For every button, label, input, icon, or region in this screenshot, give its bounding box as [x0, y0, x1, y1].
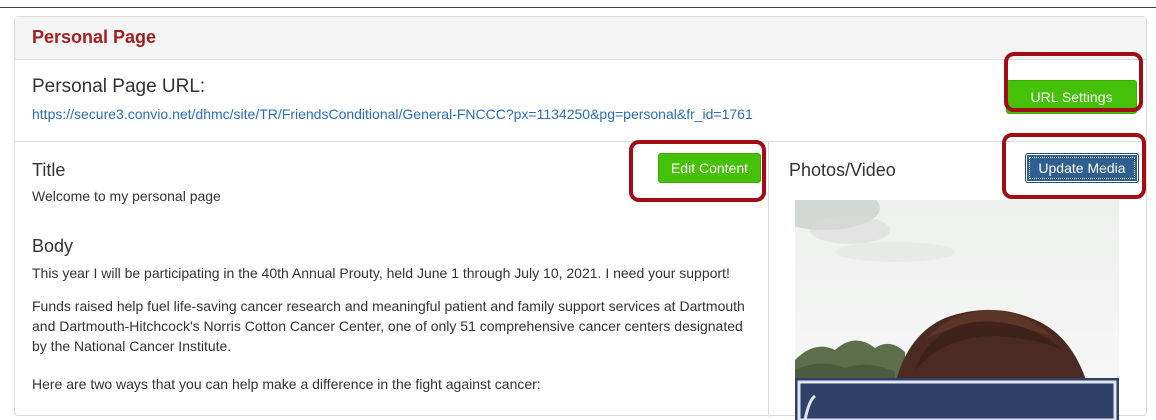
body-paragraph: This year I will be participating in the… [32, 265, 730, 281]
title-value: Welcome to my personal page [32, 188, 221, 204]
title-heading: Title [32, 160, 66, 180]
personal-page-panel: Personal Page Personal Page URL: https:/… [14, 16, 1148, 420]
edit-content-button[interactable]: Edit Content [658, 153, 761, 183]
top-border [0, 0, 1156, 8]
body-heading: Body [32, 236, 74, 256]
photos-video-heading: Photos/Video [789, 160, 896, 180]
panel-heading: Personal Page [15, 17, 1146, 60]
media-column: Photos/Video Update Media [769, 142, 1148, 420]
photo-image [795, 200, 1119, 420]
update-media-button[interactable]: Update Media [1025, 153, 1139, 183]
personal-page-url-link[interactable]: https://secure3.convio.net/dhmc/site/TR/… [32, 106, 753, 122]
panel-title: Personal Page [32, 27, 157, 47]
url-section: Personal Page URL: https://secure3.convi… [15, 60, 1146, 142]
personal-photo [795, 200, 1119, 420]
url-label: Personal Page URL: [32, 76, 206, 97]
update-media-label: Update Media [1038, 160, 1126, 176]
body-paragraph: Here are two ways that you can help make… [32, 376, 541, 392]
content-column: Title Welcome to my personal page Edit C… [15, 142, 769, 417]
url-settings-button[interactable]: URL Settings [1006, 80, 1137, 114]
body-paragraph: Funds raised help fuel life-saving cance… [32, 298, 745, 354]
